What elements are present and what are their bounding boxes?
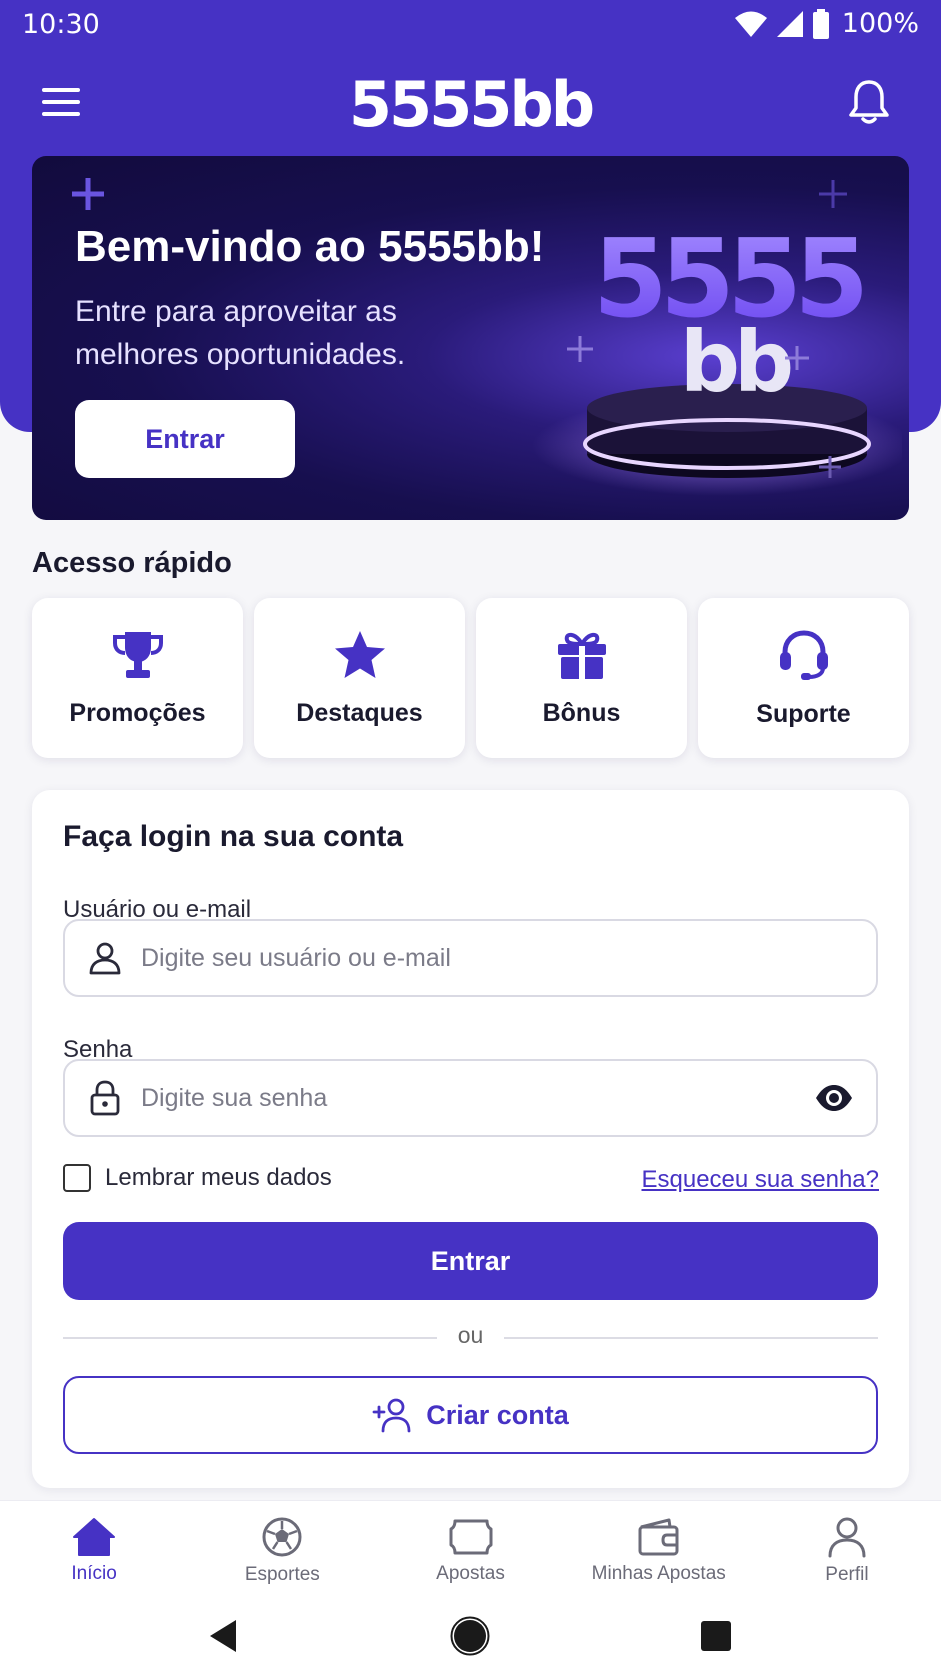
bell-icon [849, 80, 889, 124]
nav-label: Esportes [244, 1563, 320, 1585]
nav-item-esportes[interactable]: Esportes [188, 1501, 376, 1600]
ticket-icon [449, 1519, 492, 1554]
login-card: Faça login na sua conta Usuário ou e-mai… [32, 790, 909, 1488]
divider-or-text: ou [457, 1322, 484, 1348]
quick-access-bonus[interactable]: Bônus [476, 598, 687, 758]
wallet-icon [638, 1518, 679, 1555]
nav-item-minhas-apostas[interactable]: Minhas Apostas [565, 1501, 753, 1600]
forgot-password-link[interactable]: Esqueceu sua senha? [641, 1166, 879, 1194]
remember-me-checkbox[interactable] [63, 1164, 91, 1192]
brand-podium-illustration: 5555 bb [522, 186, 909, 506]
password-input[interactable] [141, 1061, 814, 1135]
quick-access-title: Acesso rápido [32, 547, 232, 579]
sparkle-decoration [72, 178, 104, 210]
nav-label: Perfil [825, 1563, 869, 1585]
brand-logo: 5555bb [348, 68, 595, 141]
quick-access-destaques[interactable]: Destaques [254, 598, 465, 758]
bottom-navigation: Início Esportes Apostas Minhas Apostas P… [0, 1500, 941, 1600]
star-icon [334, 630, 385, 678]
quick-access-label: Promoções [69, 698, 206, 727]
home-circle-icon[interactable] [448, 1614, 492, 1658]
nav-item-inicio[interactable]: Início [0, 1501, 188, 1600]
trophy-icon [112, 631, 163, 678]
notifications-button[interactable] [847, 78, 891, 126]
back-icon[interactable] [202, 1614, 246, 1658]
home-icon [73, 1517, 116, 1556]
password-field [63, 1059, 878, 1137]
banner-login-button[interactable]: Entrar [75, 400, 295, 478]
status-time: 10:30 [22, 9, 100, 40]
recents-icon[interactable] [694, 1614, 738, 1658]
banner-title: Bem-vindo ao 5555bb! [75, 222, 545, 271]
create-account-button[interactable]: Criar conta [63, 1376, 878, 1454]
quick-access-label: Suporte [756, 699, 851, 728]
signal-icon [776, 10, 803, 37]
system-navigation-bar [0, 1600, 941, 1672]
username-field [63, 919, 878, 997]
remember-me-option[interactable]: Lembrar meus dados [63, 1164, 332, 1192]
welcome-banner: Bem-vindo ao 5555bb! Entre para aproveit… [32, 156, 909, 520]
wifi-icon [734, 11, 767, 37]
quick-access-suporte[interactable]: Suporte [698, 598, 909, 758]
quick-access-label: Destaques [296, 698, 423, 727]
user-icon [89, 942, 121, 975]
nav-item-perfil[interactable]: Perfil [753, 1501, 941, 1600]
app-bar: 5555bb [0, 60, 941, 146]
battery-icon [812, 8, 829, 39]
remember-me-label: Lembrar meus dados [105, 1164, 332, 1191]
username-input[interactable] [141, 921, 876, 995]
art-letters: bb [680, 313, 791, 411]
nav-label: Minhas Apostas [591, 1562, 726, 1584]
gift-icon [557, 632, 606, 679]
battery-percent: 100% [841, 8, 919, 39]
headset-icon [779, 629, 828, 680]
divider-line-right [504, 1337, 878, 1339]
status-icons: 100% [734, 8, 919, 39]
quick-access-label: Bônus [542, 698, 621, 727]
show-password-eye-icon[interactable] [814, 1078, 854, 1118]
quick-access-grid: Promoções Destaques Bônus Suporte [32, 598, 909, 758]
banner-subtitle: Entre para aproveitar as melhores oportu… [75, 295, 406, 371]
quick-access-promocoes[interactable]: Promoções [32, 598, 243, 758]
status-bar: 10:30 100% [0, 0, 941, 50]
lock-icon [90, 1080, 120, 1116]
nav-label: Apostas [436, 1562, 505, 1584]
login-title: Faça login na sua conta [63, 820, 404, 853]
nav-item-apostas[interactable]: Apostas [376, 1501, 564, 1600]
login-submit-button[interactable]: Entrar [63, 1222, 878, 1300]
add-user-icon [372, 1398, 411, 1433]
create-account-label: Criar conta [426, 1399, 569, 1430]
soccer-ball-icon [262, 1517, 302, 1556]
user-icon [828, 1517, 866, 1557]
nav-label: Início [71, 1562, 117, 1584]
